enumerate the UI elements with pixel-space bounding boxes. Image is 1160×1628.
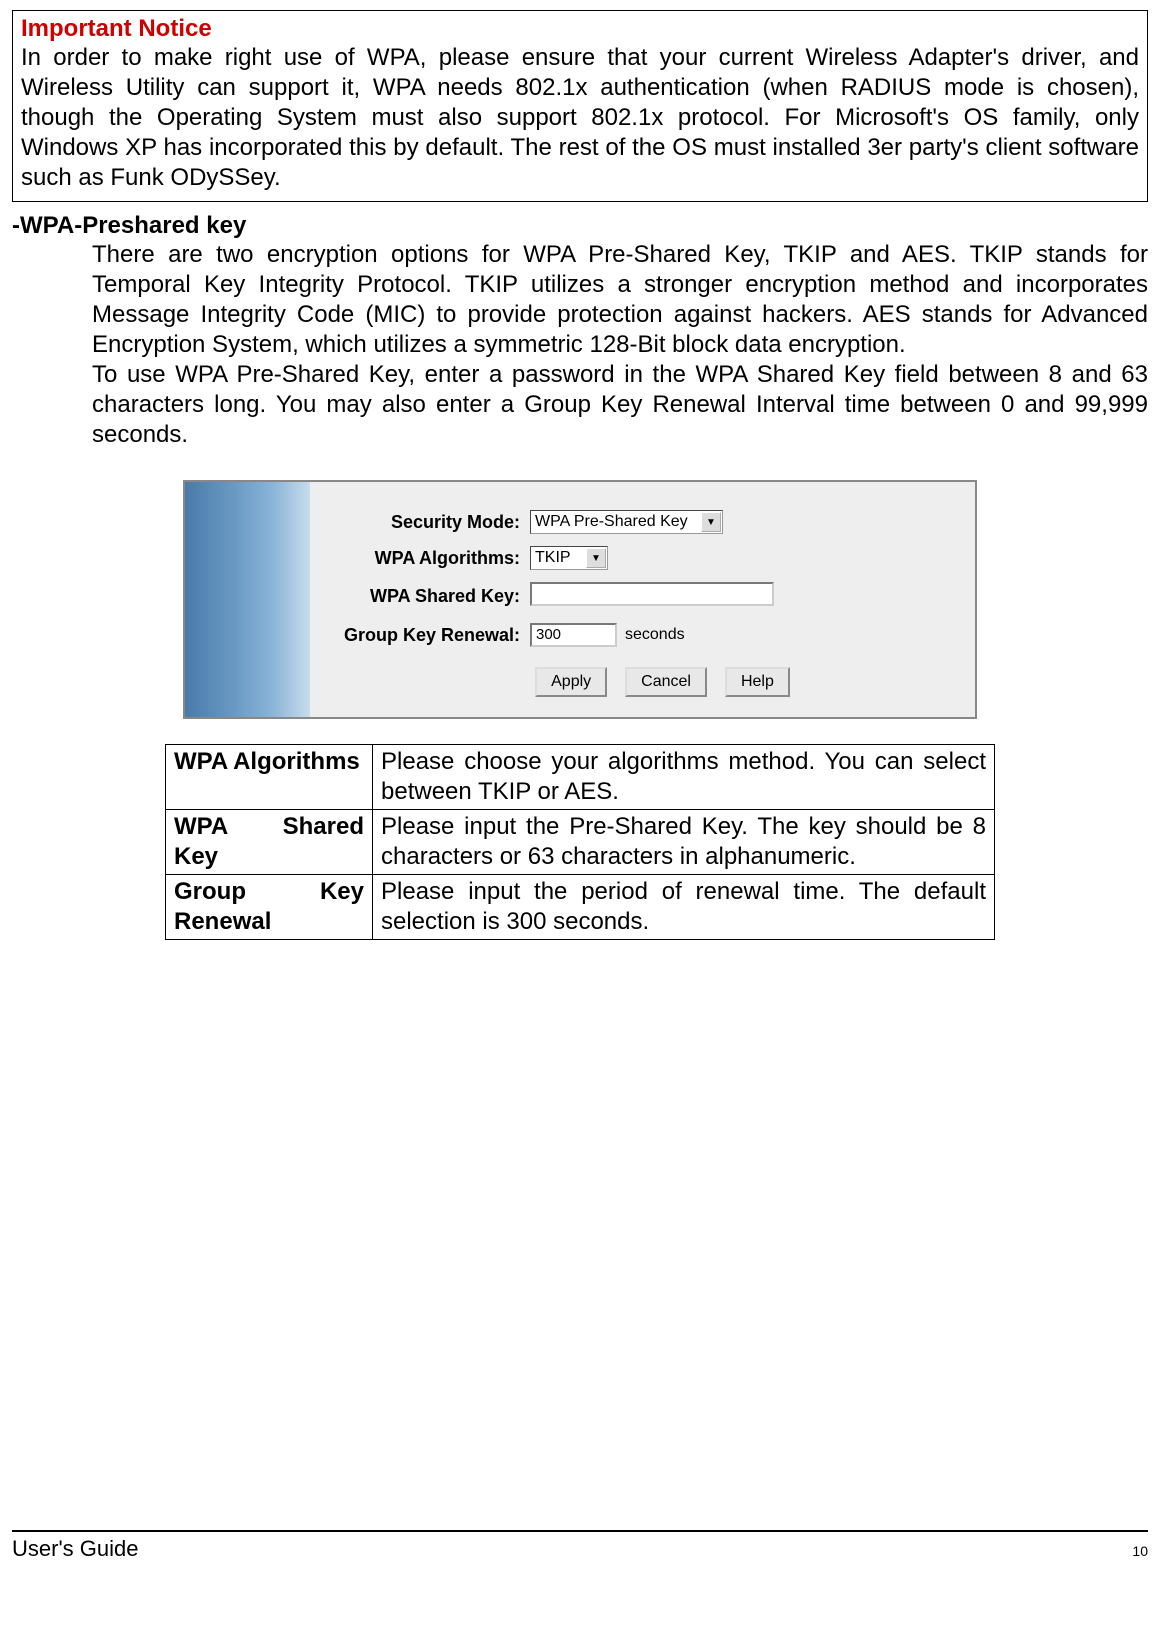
section-p1: There are two encryption options for WPA… bbox=[92, 241, 1148, 358]
chevron-down-icon: ▼ bbox=[701, 512, 721, 532]
section-p2: To use WPA Pre-Shared Key, enter a passw… bbox=[92, 361, 1148, 448]
term-group-key-renewal: Group Key Renewal bbox=[166, 875, 373, 940]
group-key-renewal-input[interactable]: 300 bbox=[530, 623, 617, 647]
wpa-algorithms-label: WPA Algorithms: bbox=[330, 548, 520, 569]
wpa-algorithms-select[interactable]: TKIP ▼ bbox=[530, 546, 608, 570]
table-row: Group Key Renewal Please input the perio… bbox=[166, 875, 995, 940]
def-wpa-algorithms: Please choose your algorithms method. Yo… bbox=[373, 745, 995, 810]
term-key: Key bbox=[320, 877, 364, 907]
page-number: 10 bbox=[1132, 1543, 1148, 1559]
chevron-down-icon: ▼ bbox=[586, 548, 606, 568]
term-group: Group bbox=[174, 877, 246, 907]
security-mode-label: Security Mode: bbox=[330, 512, 520, 533]
important-notice-box: Important Notice In order to make right … bbox=[12, 10, 1148, 202]
def-wpa-shared-key: Please input the Pre-Shared Key. The key… bbox=[373, 810, 995, 875]
page-footer: User's Guide 10 bbox=[12, 1530, 1148, 1562]
security-mode-select[interactable]: WPA Pre-Shared Key ▼ bbox=[530, 510, 723, 534]
apply-button[interactable]: Apply bbox=[535, 667, 607, 697]
section-heading: -WPA-Preshared key bbox=[12, 212, 1148, 240]
term-renewal: Renewal bbox=[174, 907, 364, 937]
wpa-shared-key-input[interactable] bbox=[530, 582, 774, 606]
screenshot-form: Security Mode: WPA Pre-Shared Key ▼ WPA … bbox=[310, 482, 975, 717]
security-mode-value: WPA Pre-Shared Key bbox=[535, 513, 688, 530]
wpa-shared-key-label: WPA Shared Key: bbox=[330, 586, 520, 607]
def-group-key-renewal: Please input the period of renewal time.… bbox=[373, 875, 995, 940]
table-row: WPA Shared Key Please input the Pre-Shar… bbox=[166, 810, 995, 875]
notice-body: In order to make right use of WPA, pleas… bbox=[21, 43, 1139, 193]
description-table: WPA Algorithms Please choose your algori… bbox=[165, 744, 995, 940]
screenshot-sidebar bbox=[185, 482, 310, 717]
wpa-algorithms-value: TKIP bbox=[535, 549, 571, 566]
notice-title: Important Notice bbox=[21, 15, 1139, 43]
footer-text: User's Guide bbox=[12, 1536, 138, 1562]
help-button[interactable]: Help bbox=[725, 667, 790, 697]
config-screenshot: Security Mode: WPA Pre-Shared Key ▼ WPA … bbox=[183, 480, 977, 719]
group-key-renewal-label: Group Key Renewal: bbox=[330, 625, 520, 646]
section-body: There are two encryption options for WPA… bbox=[92, 240, 1148, 450]
term-wpa-shared-key: WPA Shared Key bbox=[166, 810, 373, 875]
term-wpa-algorithms: WPA Algorithms bbox=[166, 745, 373, 810]
group-key-renewal-suffix: seconds bbox=[625, 626, 685, 644]
table-row: WPA Algorithms Please choose your algori… bbox=[166, 745, 995, 810]
cancel-button[interactable]: Cancel bbox=[625, 667, 707, 697]
